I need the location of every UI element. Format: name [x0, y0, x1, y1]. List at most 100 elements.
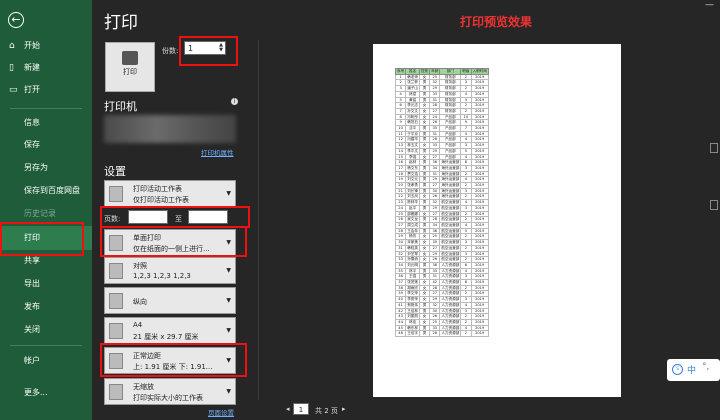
nav-account[interactable]: 帐户: [0, 350, 92, 372]
option-title: 纵向: [133, 298, 147, 306]
table-cell: 海外运营部: [439, 193, 462, 201]
table-cell: 刘元明: [405, 261, 420, 269]
table-header-cell: 入职时间: [470, 68, 489, 75]
nav-publish[interactable]: 发布: [0, 296, 92, 318]
settings-heading: 设置: [104, 165, 126, 178]
table-cell: 人力资源部: [439, 290, 462, 298]
nav-save[interactable]: 保存: [0, 134, 92, 156]
nav-save-as[interactable]: 另存为: [0, 157, 92, 179]
paper-size-dropdown[interactable]: A4 21 厘米 x 29.7 厘米 ▼: [104, 317, 236, 344]
table-cell: 人力资源部: [439, 330, 462, 338]
table-row: 37 张茂莲女 42 人力资源部 8 2019: [394, 279, 489, 286]
table-row: 36 王强男 31 人力资源部 3 2019: [394, 273, 489, 280]
nav-label: 保存到百度网盘: [24, 186, 80, 195]
portrait-icon: [109, 293, 123, 309]
table-row: 25 邵雅娜女 27 航空运营部 2 2019: [394, 210, 489, 218]
table-row: 23 陈林华男 32 航空运营部 4 2019: [394, 199, 489, 206]
table-cell: 航空运营部: [439, 210, 462, 218]
table-cell: 宋家美: [405, 239, 420, 246]
orientation-dropdown[interactable]: 纵向 ▼: [104, 287, 236, 314]
table-cell: 人力资源部: [439, 296, 462, 303]
table-cell: 人力资源部: [439, 279, 462, 286]
page-setup-link[interactable]: 页面设置: [208, 407, 234, 417]
page-number-input[interactable]: 1: [293, 403, 309, 415]
option-title: 无缩放: [133, 383, 154, 391]
table-cell: 航空运营部: [439, 250, 462, 258]
table-cell: 李文萍: [405, 290, 420, 298]
table-cell: 人力资源部: [439, 307, 462, 315]
chevron-down-icon: ▼: [226, 190, 231, 197]
table-cell: 航空运营部: [439, 233, 462, 241]
nav-export[interactable]: 导出: [0, 273, 92, 295]
preview-title: 打印预览效果: [460, 15, 533, 29]
option-subtitle: 21 厘米 x 29.7 厘米: [133, 333, 199, 341]
back-arrow-icon[interactable]: ←: [8, 12, 24, 28]
scroll-icon[interactable]: [710, 200, 718, 210]
ime-chinese-mode[interactable]: 中: [687, 363, 696, 376]
table-row: 33 孙雪娇女 26 航空运营部 2 2019: [394, 256, 489, 263]
nav-new[interactable]: ▯ 新建: [0, 57, 92, 79]
table-header-cell: 序号: [394, 68, 407, 75]
print-preview-page: 序号 姓名 性别 年龄 部门 职级 入职时间 1 韩老师女 25 财务部 2 2019 2 张兰菲男 32 财…: [373, 44, 621, 397]
printer-properties-link[interactable]: 打印机属性: [201, 147, 234, 157]
option-title: 打印活动工作表: [133, 185, 182, 193]
table-cell: 海外运营部: [439, 176, 462, 184]
table-row: 40 李秀萍女 29 人力资源部 3 2019: [394, 296, 489, 303]
table-cell: 贾文浩: [405, 170, 420, 178]
table-cell: 航空运营部: [439, 244, 462, 252]
printer-select-blurred[interactable]: [104, 115, 236, 143]
nav-home[interactable]: ⌂ 开始: [0, 35, 92, 57]
highlight-box: [100, 206, 250, 228]
option-title: 对照: [133, 262, 147, 270]
table-header-cell: 职级: [460, 68, 472, 75]
option-subtitle: 打印实际大小的工作表: [133, 394, 203, 402]
table-row: 44 林佳女 25 人力资源部 2 2019: [394, 318, 489, 326]
window-controls[interactable]: —: [705, 0, 714, 10]
prev-arrow-icon[interactable]: ◂: [286, 405, 290, 413]
table-cell: 航空运营部: [439, 199, 462, 206]
info-icon[interactable]: i: [231, 98, 238, 105]
ime-toolbar[interactable]: S 中 °,: [667, 359, 720, 381]
nav-label: 开始: [24, 41, 40, 50]
scaling-dropdown[interactable]: 无缩放 打印实际大小的工作表 ▼: [104, 378, 236, 405]
copies-label: 份数:: [162, 47, 179, 55]
table-row: 17 杨文东男 34 海外运营部 3 2019: [394, 164, 489, 172]
home-icon: ⌂: [9, 41, 15, 51]
nav-label: 关闭: [24, 325, 40, 334]
table-cell: 航空运营部: [439, 222, 462, 229]
print-what-dropdown[interactable]: 打印活动工作表 仅打印活动工作表 ▼: [104, 180, 236, 207]
table-row: 32 尹芝琴女 29 航空运营部 3 2019: [394, 250, 489, 258]
highlight-box: [100, 343, 247, 377]
scroll-icon[interactable]: [710, 143, 718, 153]
nav-label: 共享: [24, 256, 40, 265]
table-cell: 28: [429, 330, 441, 338]
table-cell: 张茂莲: [405, 279, 420, 286]
nav-close[interactable]: 关闭: [0, 319, 92, 341]
nav-label: 新建: [24, 63, 40, 72]
nav-more[interactable]: 更多...: [0, 382, 92, 404]
table-cell: 人力资源部: [439, 273, 462, 280]
chevron-down-icon: ▼: [226, 267, 231, 274]
nav-divider: [10, 345, 82, 346]
collate-dropdown[interactable]: 对照 1,2,3 1,2,3 1,2,3 ▼: [104, 257, 236, 284]
nav-info[interactable]: 信息: [0, 112, 92, 134]
nav-open[interactable]: ▭ 打开: [0, 79, 92, 101]
table-row: 41 贺艳伟男 32 人力资源部 4 2019: [394, 301, 489, 309]
nav-save-baidu[interactable]: 保存到百度网盘: [0, 180, 92, 202]
next-arrow-icon[interactable]: ▸: [342, 405, 346, 413]
table-cell: 周立成: [405, 222, 420, 229]
ime-punctuation[interactable]: °,: [702, 362, 709, 372]
table-cell: 冯建华: [405, 136, 420, 144]
table-cell: 潘子山: [405, 85, 420, 92]
print-button[interactable]: 打印: [105, 42, 155, 92]
nav-label: 另存为: [24, 163, 48, 172]
printer-heading: 打印机: [104, 100, 137, 113]
table-cell: 孙雪娇: [405, 256, 420, 263]
table-cell: 航空运营部: [439, 204, 462, 212]
paper-size-icon: [109, 323, 123, 339]
table-cell: 张兰菲: [405, 79, 420, 87]
table-cell: 海外运营部: [439, 164, 462, 172]
table-cell: 2019: [470, 330, 489, 338]
table-row: 16 赵林男 36 海外运营部 8 2019: [394, 159, 489, 166]
table-cell: 杨文东: [405, 164, 420, 172]
